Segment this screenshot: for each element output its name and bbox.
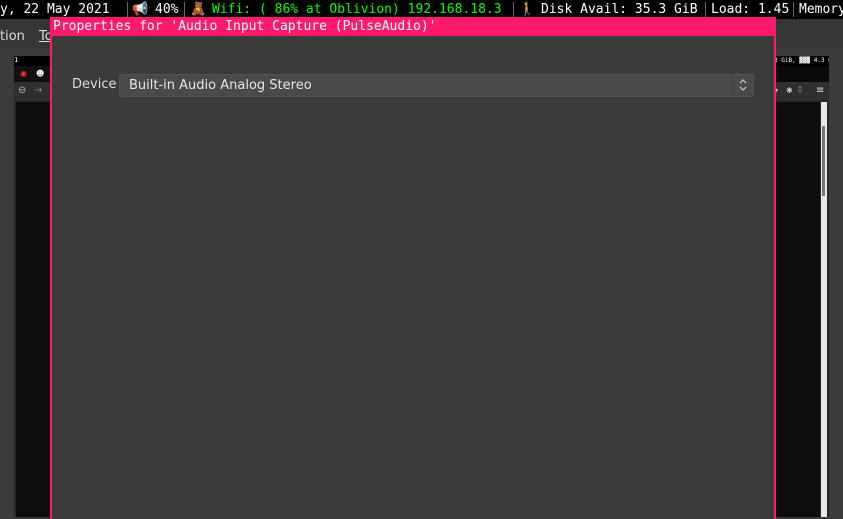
- menu-item[interactable]: tion: [0, 29, 25, 44]
- device-select-value: Built-in Audio Analog Stereo: [129, 78, 312, 93]
- record-icon: ◉: [20, 69, 27, 78]
- status-separator: [127, 2, 128, 17]
- scrollbar-thumb[interactable]: [822, 126, 825, 196]
- workspace-number: 1: [14, 56, 19, 64]
- background-window-right: 3 GiB, ▓▓▓ 4.3 GiB ▾ ✱ ⁑ ≡: [774, 56, 829, 517]
- device-select[interactable]: Built-in Audio Analog Stereo: [119, 74, 754, 97]
- background-window-left: 1 ◉ ☻ ⊖ →: [14, 56, 50, 517]
- background-toolbar: ◉ ☻: [14, 66, 50, 82]
- back-arrow-icon[interactable]: ⊖: [18, 85, 26, 96]
- status-separator: [705, 2, 706, 17]
- face-icon: ☻: [36, 69, 45, 78]
- chevron-up-down-icon[interactable]: [732, 75, 753, 96]
- dialog-title[interactable]: Properties for 'Audio Input Capture (Pul…: [52, 19, 775, 36]
- background-navbar: ⊖ →: [14, 82, 50, 100]
- status-separator: [513, 2, 514, 17]
- menu-icon[interactable]: ≡: [816, 85, 824, 96]
- background-navbar-right: ▾ ✱ ⁑ ≡: [774, 82, 829, 100]
- background-toolbar-right: [774, 66, 829, 82]
- background-content: [16, 102, 50, 517]
- background-tabbar: 1: [14, 56, 50, 66]
- status-separator: [793, 2, 794, 17]
- dialog-body: Device Built-in Audio Analog Stereo: [52, 36, 774, 519]
- properties-dialog: Properties for 'Audio Input Capture (Pul…: [50, 17, 776, 519]
- background-tabbar-right: 3 GiB, ▓▓▓ 4.3 GiB: [774, 56, 829, 66]
- status-memory: Memory: [799, 2, 843, 17]
- extension-icon[interactable]: ⁑: [798, 86, 802, 95]
- forward-arrow-icon[interactable]: →: [34, 85, 42, 96]
- device-label: Device: [72, 77, 117, 92]
- gear-icon[interactable]: ✱: [786, 86, 793, 95]
- status-separator: [184, 2, 185, 17]
- background-content-right: [774, 102, 820, 517]
